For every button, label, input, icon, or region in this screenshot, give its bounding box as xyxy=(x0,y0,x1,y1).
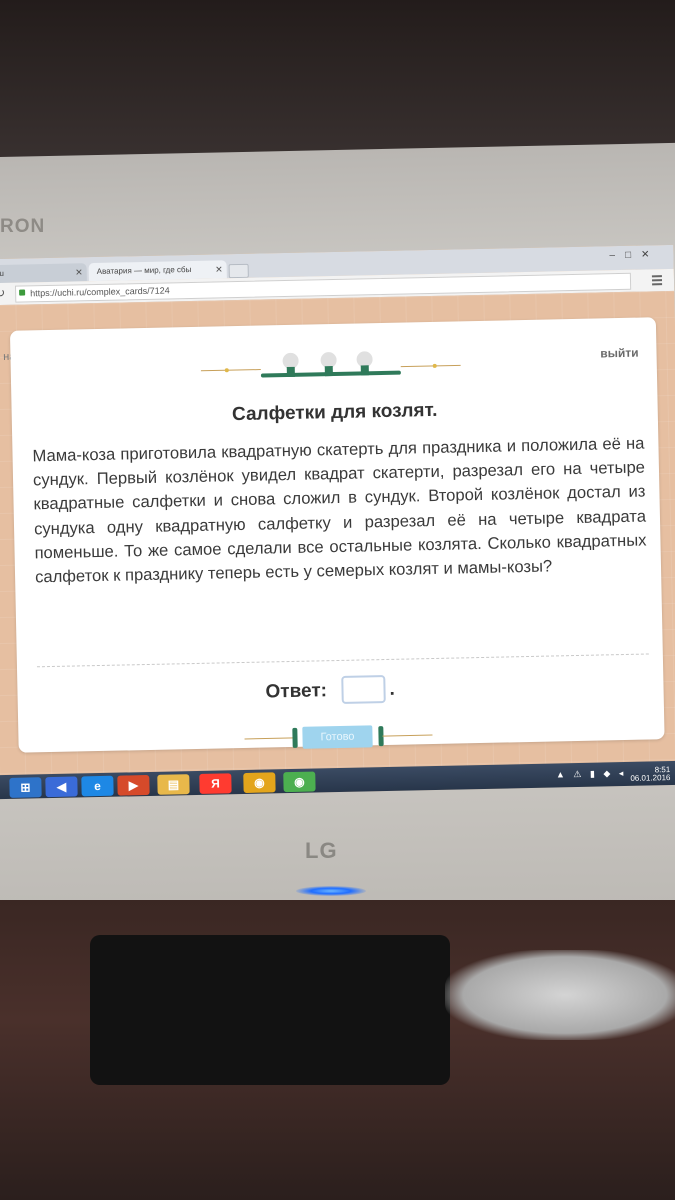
clock-date: 06.01.2016 xyxy=(630,773,671,783)
browser-menu-button[interactable] xyxy=(651,273,663,287)
close-window-icon[interactable]: ✕ xyxy=(641,249,660,260)
logout-link[interactable]: выйти xyxy=(600,346,639,361)
page-title: Салфетки для козлят. xyxy=(231,399,438,426)
monitor-stand xyxy=(90,935,450,1085)
answer-input[interactable] xyxy=(341,675,386,704)
task-text: Мама-коза приготовила квадратную скатерт… xyxy=(32,433,647,587)
power-led xyxy=(296,886,366,896)
close-icon[interactable]: ✕ xyxy=(215,260,223,278)
lock-icon xyxy=(19,289,26,296)
chrome-active-icon[interactable]: ◉ xyxy=(283,771,316,793)
tab-2-label: Аватария — мир, где сбы xyxy=(96,264,192,276)
monitor-brand-logo: LG xyxy=(305,838,338,863)
tab-1-label: ru xyxy=(0,268,4,279)
answer-label: Ответ: xyxy=(265,680,328,703)
done-left-decoration xyxy=(244,727,298,748)
done-button[interactable]: Готово xyxy=(302,725,373,749)
page-area: ‹ назад выйти Салфетки для козлят. Мама-… xyxy=(0,290,675,776)
garland-decoration xyxy=(200,351,461,378)
lace-cloth xyxy=(445,950,675,1040)
ie-icon[interactable]: e xyxy=(81,775,114,797)
tray-icons[interactable]: ▲ ⚠ ▮ ◆ ◂ xyxy=(556,768,627,780)
monitor-brand-top: RON xyxy=(0,216,46,237)
task-card: выйти Салфетки для козлят. Мама-коза при… xyxy=(9,317,665,753)
player-icon[interactable]: ▶ xyxy=(117,774,150,796)
url-text: https://uchi.ru/complex_cards/7124 xyxy=(30,285,170,299)
yandex-icon[interactable]: Я xyxy=(199,773,232,794)
close-icon[interactable]: ✕ xyxy=(75,263,83,281)
window-controls[interactable]: –□✕ xyxy=(609,249,659,261)
folder-icon[interactable]: ▤ xyxy=(157,774,190,795)
done-right-decoration xyxy=(378,726,433,747)
clock[interactable]: 8:51 06.01.2016 xyxy=(630,765,671,783)
media-icon[interactable]: ◀ xyxy=(45,776,78,798)
maximize-icon[interactable]: □ xyxy=(625,250,641,261)
minimize-icon[interactable]: – xyxy=(609,250,625,261)
answer-suffix: . xyxy=(389,678,396,700)
chrome-icon[interactable]: ◉ xyxy=(243,772,276,794)
start-button[interactable]: ⊞ xyxy=(9,777,42,798)
divider xyxy=(36,653,649,668)
monitor-screen: ru ✕ Аватария — мир, где сбы ✕ –□✕ ↻ htt… xyxy=(0,244,675,800)
tab-1[interactable]: ru ✕ xyxy=(0,263,87,284)
reload-icon[interactable]: ↻ xyxy=(0,286,5,300)
new-tab-button[interactable] xyxy=(228,263,249,279)
